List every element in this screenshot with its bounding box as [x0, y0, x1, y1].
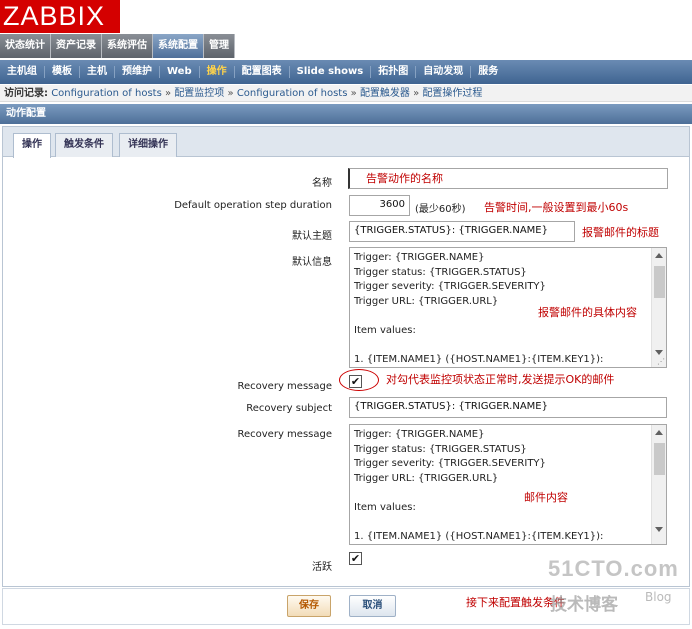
- scroll-up-icon[interactable]: [655, 430, 663, 435]
- step-duration-input[interactable]: 3600: [349, 195, 410, 216]
- main-menu: 状态统计 资产记录 系统评估 系统配置 管理: [0, 34, 235, 58]
- breadcrumb-separator: »: [227, 88, 234, 99]
- recovery-message-line: 1. {ITEM.NAME1} ({HOST.NAME1}:{ITEM.KEY1…: [354, 530, 604, 542]
- footer-annotation: 接下来配置触发条件: [466, 596, 565, 609]
- name-annotation: 告警动作的名称: [366, 172, 443, 185]
- tab-operations[interactable]: 详细操作: [119, 133, 177, 157]
- sub-menu-item-slide-shows[interactable]: Slide shows: [288, 66, 371, 78]
- message-line: [354, 338, 662, 353]
- recovery-message-line: [354, 486, 662, 501]
- sub-menu-item-graphs[interactable]: 配置图表: [233, 66, 289, 78]
- scroll-up-icon[interactable]: [655, 253, 663, 258]
- breadcrumb: 访问记录: Configuration of hosts » 配置监控项 » C…: [0, 85, 692, 102]
- breadcrumb-link[interactable]: Configuration of hosts: [51, 88, 162, 99]
- message-annotation: 报警邮件的具体内容: [538, 306, 637, 319]
- breadcrumb-link[interactable]: 配置操作过程: [422, 88, 482, 99]
- recovery-message-scrollbar[interactable]: [651, 425, 666, 544]
- breadcrumb-link[interactable]: 配置监控项: [174, 88, 224, 99]
- tab-bar: 操作 触发条件 详细操作: [3, 127, 689, 158]
- breadcrumb-separator: »: [350, 88, 357, 99]
- sub-menu-item-discovery[interactable]: 自动发现: [415, 66, 470, 78]
- resize-grip-icon[interactable]: ⋰: [657, 358, 665, 366]
- active-label: 活跃: [312, 562, 332, 573]
- message-line: 1. {ITEM.NAME1} ({HOST.NAME1}:{ITEM.KEY1…: [354, 353, 604, 365]
- main-menu-item-monitoring[interactable]: 状态统计: [0, 34, 51, 58]
- sub-menu-item-web[interactable]: Web: [159, 66, 199, 78]
- active-checkbox[interactable]: ✔: [349, 552, 362, 565]
- sub-menu-item-services[interactable]: 服务: [470, 66, 505, 78]
- breadcrumb-separator: »: [165, 88, 172, 99]
- main-menu-item-configuration[interactable]: 系统配置: [153, 34, 204, 58]
- recovery-message-line: Item values:: [354, 501, 416, 513]
- cancel-button[interactable]: 取消: [349, 595, 396, 617]
- recovery-message-textarea[interactable]: Trigger: {TRIGGER.NAME} Trigger status: …: [349, 424, 667, 545]
- subject-label: 默认主题: [292, 231, 332, 242]
- main-menu-item-administration[interactable]: 管理: [204, 34, 235, 58]
- step-annotation: 告警时间,一般设置到最小60s: [484, 201, 629, 214]
- sub-menu-item-maps[interactable]: 拓扑图: [370, 66, 415, 78]
- recovery-message-line: Trigger: {TRIGGER.NAME}: [354, 429, 485, 440]
- breadcrumb-link[interactable]: Configuration of hosts: [237, 88, 348, 99]
- main-menu-item-inventory[interactable]: 资产记录: [51, 34, 102, 58]
- annotation-circle: [339, 369, 379, 391]
- message-line: Trigger severity: {TRIGGER.SEVERITY}: [354, 281, 546, 292]
- recovery-subject-label: Recovery subject: [246, 403, 332, 414]
- tab-action[interactable]: 操作: [13, 133, 51, 158]
- sub-menu-item-actions[interactable]: 操作: [198, 66, 234, 78]
- message-line: Trigger: {TRIGGER.NAME}: [354, 252, 485, 263]
- message-label: 默认信息: [292, 257, 332, 268]
- main-menu-item-reports[interactable]: 系统评估: [102, 34, 153, 58]
- name-label: 名称: [312, 178, 332, 189]
- message-scrollbar[interactable]: ⋰: [651, 248, 666, 367]
- form-footer: [2, 588, 690, 625]
- recovery-annotation: 对勾代表监控项状态正常时,发送提示OK的邮件: [386, 373, 615, 386]
- recovery-checkbox-label: Recovery message: [237, 381, 333, 392]
- scroll-down-icon[interactable]: [655, 350, 663, 355]
- recovery-message-label: Recovery message: [237, 429, 333, 440]
- sub-menu: 主机组 模板 主机 预维护 Web 操作 配置图表 Slide shows 拓扑…: [0, 60, 692, 84]
- section-title: 动作配置: [0, 104, 692, 124]
- recovery-message-line: [354, 515, 662, 530]
- sub-menu-item-templates[interactable]: 模板: [44, 66, 79, 78]
- subject-input[interactable]: {TRIGGER.STATUS}: {TRIGGER.NAME}: [349, 221, 575, 242]
- zabbix-logo[interactable]: ZABBIX: [0, 0, 120, 33]
- step-duration-hint: (最少60秒): [415, 204, 466, 215]
- recovery-message-line: Trigger severity: {TRIGGER.SEVERITY}: [354, 458, 546, 469]
- scroll-thumb[interactable]: [654, 266, 665, 298]
- breadcrumb-separator: »: [413, 88, 420, 99]
- subject-annotation: 报警邮件的标题: [582, 226, 659, 239]
- sub-menu-item-hosts[interactable]: 主机: [79, 66, 114, 78]
- save-button[interactable]: 保存: [287, 595, 331, 617]
- scroll-down-icon[interactable]: [655, 527, 663, 532]
- sub-menu-item-maintenance[interactable]: 预维护: [114, 66, 159, 78]
- message-line: Trigger status: {TRIGGER.STATUS}: [354, 266, 527, 278]
- sub-menu-item-host-groups[interactable]: 主机组: [0, 66, 44, 78]
- scroll-thumb[interactable]: [654, 443, 665, 475]
- recovery-subject-input[interactable]: {TRIGGER.STATUS}: {TRIGGER.NAME}: [349, 397, 667, 418]
- message-line: Item values:: [354, 324, 416, 336]
- breadcrumb-link[interactable]: 配置触发器: [360, 88, 410, 99]
- step-duration-label: Default operation step duration: [174, 200, 332, 211]
- history-label: 访问记录:: [4, 88, 48, 99]
- recovery-message-line: Trigger status: {TRIGGER.STATUS}: [354, 443, 527, 455]
- tab-conditions[interactable]: 触发条件: [55, 133, 113, 157]
- recovery-message-annotation: 邮件内容: [524, 491, 568, 504]
- recovery-message-line: Trigger URL: {TRIGGER.URL}: [354, 472, 499, 484]
